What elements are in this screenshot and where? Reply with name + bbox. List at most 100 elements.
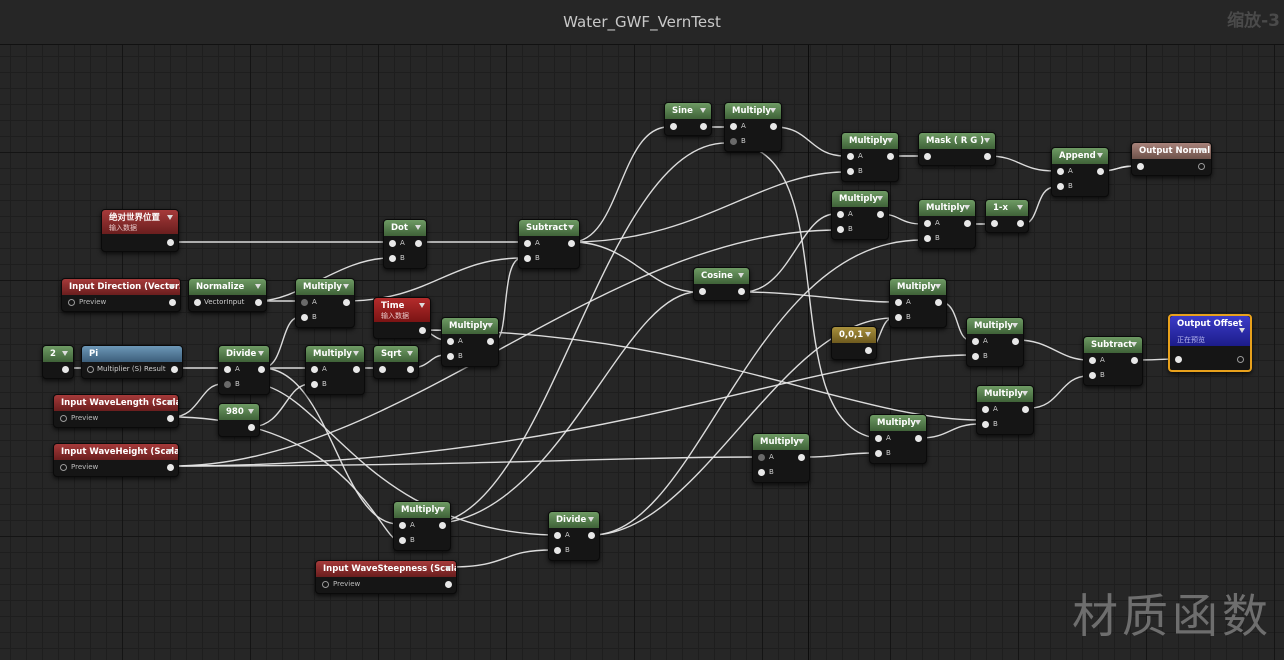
input-pin-a[interactable] bbox=[389, 240, 396, 247]
output-pin[interactable] bbox=[1198, 163, 1205, 170]
node-output-normal[interactable]: Output Normal bbox=[1131, 142, 1212, 176]
input-pin[interactable] bbox=[1175, 356, 1182, 363]
output-pin[interactable] bbox=[588, 532, 595, 539]
output-pin[interactable] bbox=[865, 347, 872, 354]
node-multiply-5[interactable]: Multiply A B bbox=[724, 102, 782, 152]
output-pin[interactable] bbox=[1097, 168, 1104, 175]
node-dot[interactable]: Dot A B bbox=[383, 219, 427, 269]
output-pin[interactable] bbox=[738, 288, 745, 295]
input-pin[interactable] bbox=[379, 366, 386, 373]
chevron-down-icon[interactable] bbox=[62, 351, 68, 356]
chevron-down-icon[interactable] bbox=[865, 332, 871, 337]
chevron-down-icon[interactable] bbox=[935, 284, 941, 289]
input-pin-b[interactable] bbox=[730, 138, 737, 145]
input-pin-a[interactable] bbox=[875, 435, 882, 442]
output-pin[interactable] bbox=[770, 123, 777, 130]
input-pin-a[interactable] bbox=[554, 532, 561, 539]
node-sine[interactable]: Sine bbox=[664, 102, 712, 136]
chevron-down-icon[interactable] bbox=[248, 409, 254, 414]
chevron-down-icon[interactable] bbox=[588, 517, 594, 522]
chevron-down-icon[interactable] bbox=[439, 507, 445, 512]
node-output-offset[interactable]: Output Offset 正在预览 bbox=[1168, 314, 1252, 372]
input-pin-a[interactable] bbox=[311, 366, 318, 373]
output-pin[interactable] bbox=[445, 581, 452, 588]
output-pin[interactable] bbox=[1237, 356, 1244, 363]
input-pin-a[interactable] bbox=[301, 299, 308, 306]
node-input-direction[interactable]: Input Direction (Vector3) Preview bbox=[61, 278, 181, 312]
output-pin[interactable] bbox=[700, 123, 707, 130]
chevron-down-icon[interactable] bbox=[343, 284, 349, 289]
preview-pin[interactable] bbox=[322, 581, 329, 588]
chevron-down-icon[interactable] bbox=[1012, 323, 1018, 328]
input-pin-a[interactable] bbox=[982, 406, 989, 413]
input-pin[interactable] bbox=[194, 299, 201, 306]
node-constant-2[interactable]: 2 bbox=[42, 345, 74, 379]
output-pin[interactable] bbox=[1022, 406, 1029, 413]
output-pin[interactable] bbox=[353, 366, 360, 373]
output-pin[interactable] bbox=[487, 338, 494, 345]
chevron-down-icon[interactable] bbox=[353, 351, 359, 356]
input-pin[interactable] bbox=[670, 123, 677, 130]
input-pin-a[interactable] bbox=[730, 123, 737, 130]
output-pin[interactable] bbox=[255, 299, 262, 306]
preview-pin[interactable] bbox=[60, 415, 67, 422]
chevron-down-icon[interactable] bbox=[915, 420, 921, 425]
node-append[interactable]: Append A B bbox=[1051, 147, 1109, 197]
input-pin-b[interactable] bbox=[524, 255, 531, 262]
input-pin[interactable] bbox=[87, 366, 94, 373]
chevron-down-icon[interactable] bbox=[487, 323, 493, 328]
chevron-down-icon[interactable] bbox=[1022, 391, 1028, 396]
output-pin[interactable] bbox=[915, 435, 922, 442]
output-pin[interactable] bbox=[248, 424, 255, 431]
chevron-down-icon[interactable] bbox=[887, 138, 893, 143]
node-subtract-1[interactable]: Subtract A B bbox=[518, 219, 580, 269]
chevron-down-icon[interactable] bbox=[1017, 205, 1023, 210]
input-pin-b[interactable] bbox=[301, 314, 308, 321]
input-pin-b[interactable] bbox=[389, 255, 396, 262]
chevron-down-icon[interactable] bbox=[1200, 148, 1206, 153]
input-pin-a[interactable] bbox=[972, 338, 979, 345]
output-pin[interactable] bbox=[419, 327, 426, 334]
chevron-down-icon[interactable] bbox=[407, 351, 413, 356]
preview-pin[interactable] bbox=[68, 299, 75, 306]
node-divide-1[interactable]: Divide A B bbox=[218, 345, 270, 395]
node-constant-980[interactable]: 980 bbox=[218, 403, 260, 437]
node-multiply-1[interactable]: Multiply A B bbox=[295, 278, 355, 328]
input-pin-b[interactable] bbox=[224, 381, 231, 388]
output-pin[interactable] bbox=[407, 366, 414, 373]
node-multiply-9[interactable]: Multiply A B bbox=[889, 278, 947, 328]
input-pin-b[interactable] bbox=[972, 353, 979, 360]
chevron-down-icon[interactable] bbox=[568, 225, 574, 230]
chevron-down-icon[interactable] bbox=[1239, 328, 1245, 333]
input-pin[interactable] bbox=[1137, 163, 1144, 170]
node-multiply-13[interactable]: Multiply A B bbox=[752, 433, 810, 483]
chevron-down-icon[interactable] bbox=[419, 303, 425, 308]
node-input-wavelength[interactable]: Input WaveLength (Scalar) Preview bbox=[53, 394, 179, 428]
output-pin[interactable] bbox=[169, 299, 176, 306]
output-pin[interactable] bbox=[167, 464, 174, 471]
input-pin[interactable] bbox=[699, 288, 706, 295]
node-divide-2[interactable]: Divide A B bbox=[548, 511, 600, 561]
output-pin[interactable] bbox=[343, 299, 350, 306]
material-graph-canvas[interactable]: Water_GWF_VernTest 缩放-3 绝对世界位置 输入数据 Input… bbox=[0, 0, 1284, 660]
input-pin-a[interactable] bbox=[895, 299, 902, 306]
node-mask-rg[interactable]: Mask ( R G ) bbox=[918, 132, 996, 166]
node-multiply-3[interactable]: Multiply A B bbox=[441, 317, 499, 367]
input-pin-b[interactable] bbox=[554, 547, 561, 554]
chevron-down-icon[interactable] bbox=[770, 108, 776, 113]
input-pin-b[interactable] bbox=[447, 353, 454, 360]
input-pin-a[interactable] bbox=[399, 522, 406, 529]
input-pin-b[interactable] bbox=[1089, 372, 1096, 379]
output-pin[interactable] bbox=[935, 299, 942, 306]
input-pin[interactable] bbox=[924, 153, 931, 160]
preview-pin[interactable] bbox=[60, 464, 67, 471]
input-pin-b[interactable] bbox=[875, 450, 882, 457]
node-multiply-8[interactable]: Multiply A B bbox=[918, 199, 976, 249]
node-time[interactable]: Time 输入数据 bbox=[373, 297, 431, 339]
node-cosine[interactable]: Cosine bbox=[693, 267, 750, 301]
input-pin-a[interactable] bbox=[447, 338, 454, 345]
chevron-down-icon[interactable] bbox=[877, 196, 883, 201]
chevron-down-icon[interactable] bbox=[415, 225, 421, 230]
node-multiply-11[interactable]: Multiply A B bbox=[976, 385, 1034, 435]
output-pin[interactable] bbox=[62, 366, 69, 373]
